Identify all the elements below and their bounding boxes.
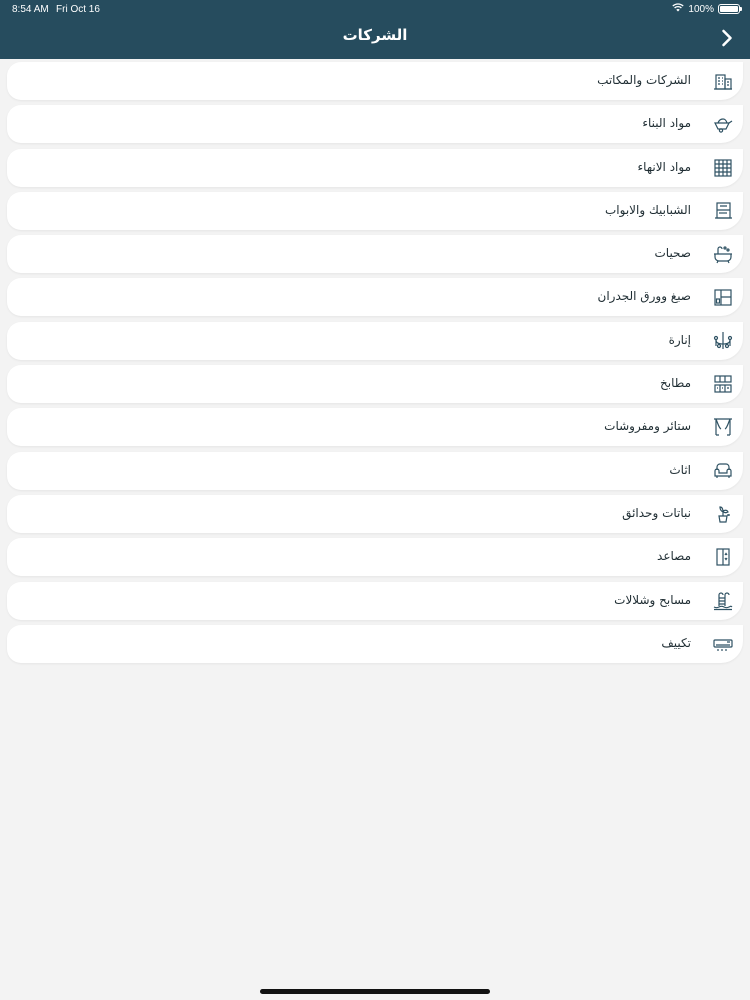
chandelier-icon bbox=[713, 331, 733, 351]
status-indicators: 100% bbox=[672, 3, 742, 15]
list-item-label: إنارة bbox=[668, 332, 691, 347]
list-item-label: مسابح وشلالات bbox=[614, 592, 691, 607]
curtains-icon bbox=[713, 417, 733, 437]
kitchen-icon bbox=[713, 374, 733, 394]
list-item[interactable]: مصاعد bbox=[7, 538, 743, 577]
list-item-label: نباتات وحدائق bbox=[622, 505, 691, 520]
armchair-icon bbox=[713, 461, 733, 481]
battery-percent: 100% bbox=[688, 3, 714, 15]
list-item[interactable]: إنارة bbox=[7, 321, 743, 360]
list-item[interactable]: ستائر ومفروشات bbox=[7, 408, 743, 447]
wallpaper-icon bbox=[713, 287, 733, 307]
status-date: Fri Oct 16 bbox=[56, 4, 100, 15]
list-item[interactable]: مسابح وشلالات bbox=[7, 581, 743, 620]
back-button[interactable] bbox=[716, 27, 738, 49]
list-item[interactable]: الشركات والمكاتب bbox=[7, 62, 743, 100]
list-item-label: مواد الانهاء bbox=[637, 159, 691, 174]
list-item-label: الشركات والمكاتب bbox=[597, 73, 691, 87]
battery-icon bbox=[718, 4, 742, 14]
bathtub-icon bbox=[713, 244, 733, 264]
home-indicator[interactable] bbox=[260, 989, 490, 994]
status-time: 8:54 AM bbox=[12, 4, 49, 15]
air-conditioner-icon bbox=[713, 634, 733, 654]
category-list: الشركات والمكاتب مواد البناء مواد الانها… bbox=[0, 62, 750, 668]
list-item[interactable]: مواد الانهاء bbox=[7, 148, 743, 187]
chevron-right-icon bbox=[722, 29, 732, 47]
list-item[interactable]: اثاث bbox=[7, 451, 743, 490]
list-item[interactable]: صبغ وورق الجدران bbox=[7, 278, 743, 317]
list-item-label: تكييف bbox=[661, 635, 691, 650]
pool-ladder-icon bbox=[713, 591, 733, 611]
list-item[interactable]: الشبابيك والابواب bbox=[7, 191, 743, 230]
list-item[interactable]: تكييف bbox=[7, 624, 743, 663]
list-item-label: اثاث bbox=[669, 462, 691, 477]
plant-icon bbox=[713, 504, 733, 524]
list-item[interactable]: صحيات bbox=[7, 235, 743, 274]
navigation-header: 8:54 AM Fri Oct 16 100% الشركات bbox=[0, 0, 750, 59]
list-item[interactable]: مواد البناء bbox=[7, 105, 743, 144]
office-building-icon bbox=[713, 71, 733, 91]
list-item-label: صحيات bbox=[654, 246, 691, 261]
list-item-label: مصاعد bbox=[657, 549, 691, 564]
elevator-icon bbox=[713, 547, 733, 567]
window-icon bbox=[713, 201, 733, 221]
list-item-label: مواد البناء bbox=[642, 116, 691, 131]
list-item-label: الشبابيك والابواب bbox=[604, 202, 691, 217]
page-title: الشركات bbox=[342, 26, 408, 44]
list-item-label: ستائر ومفروشات bbox=[604, 419, 691, 434]
list-item-label: مطابخ bbox=[659, 376, 691, 391]
status-bar: 8:54 AM Fri Oct 16 100% bbox=[0, 0, 750, 18]
list-item-label: صبغ وورق الجدران bbox=[597, 289, 692, 304]
tiles-icon bbox=[713, 158, 733, 178]
wifi-icon bbox=[672, 3, 685, 15]
list-item[interactable]: مطابخ bbox=[7, 365, 743, 404]
list-item[interactable]: نباتات وحدائق bbox=[7, 494, 743, 533]
wheelbarrow-icon bbox=[713, 114, 733, 134]
